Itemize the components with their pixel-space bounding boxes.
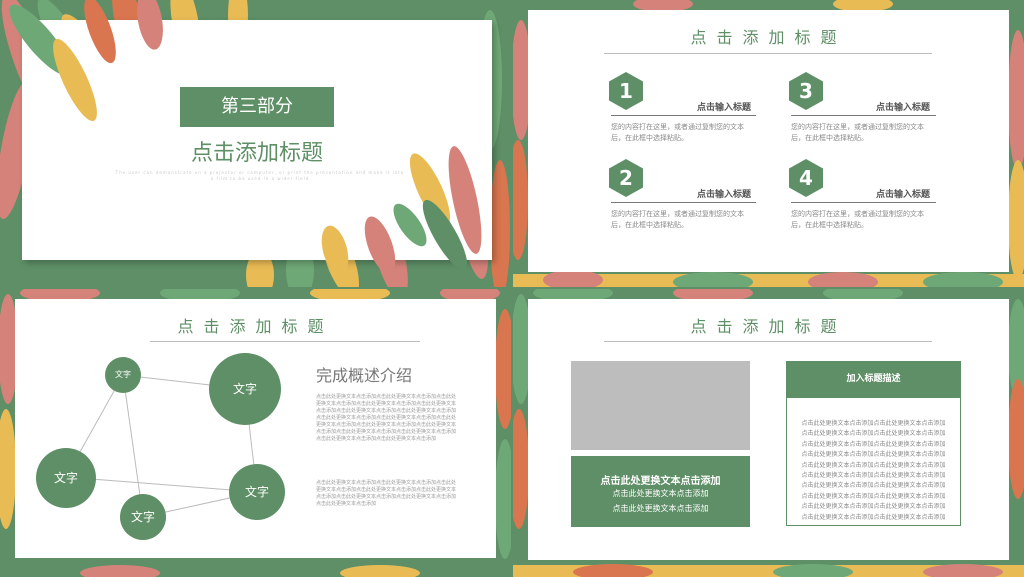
item-underline: [611, 115, 756, 116]
image-placeholder[interactable]: [571, 361, 750, 450]
description-text: 点击此处更换文本点击添加点击此处更换文本点击添加 点击此处更换文本点击添加点击此…: [801, 420, 946, 521]
network-node[interactable]: 文字: [36, 448, 96, 508]
text-box-green[interactable]: 点击此处更换文本点击添加 点击此处更换文本点击添加 点击此处更换文本点击添加: [571, 456, 750, 527]
text-box-line: 点击此处更换文本点击添加: [612, 489, 709, 498]
slide-thumbnail-1[interactable]: 第三部分 点击添加标题 The user can demonstrate on …: [0, 0, 511, 287]
text-box-line: 点击此处更换文本点击添加: [612, 504, 709, 513]
network-node[interactable]: 文字: [229, 464, 285, 520]
slide-title[interactable]: 点击添加标题: [513, 24, 1024, 48]
number-badge-1[interactable]: 1: [607, 72, 645, 110]
overview-paragraph-2[interactable]: 点击此处更换文本点击添加点击此处更换文本点击添加点击此处更换文本点击添加点击此处…: [316, 480, 456, 508]
item-desc-4[interactable]: 您的内容打在这里，或者通过复制您的文本 后，在此框中选择粘贴。: [791, 209, 951, 231]
item-underline: [611, 202, 756, 203]
slide-subtitle[interactable]: The user can demonstrate on a projector …: [115, 170, 405, 182]
description-box[interactable]: 点击此处更换文本点击添加点击此处更换文本点击添加 点击此处更换文本点击添加点击此…: [786, 398, 961, 526]
section-label[interactable]: 第三部分: [180, 87, 334, 127]
item-underline: [791, 115, 936, 116]
number-badge-3[interactable]: 3: [787, 72, 825, 110]
overview-paragraph-1[interactable]: 点击此处更换文本点击添加点击此处更换文本点击添加点击此处更换文本点击添加点击此处…: [316, 394, 456, 443]
divider: [604, 53, 932, 54]
item-heading-2[interactable]: 点击输入标题: [697, 187, 751, 200]
item-underline: [791, 202, 936, 203]
text-box-heading: 点击此处更换文本点击添加: [600, 476, 721, 487]
item-heading-3[interactable]: 点击输入标题: [876, 100, 930, 113]
item-desc-3[interactable]: 您的内容打在这里，或者通过复制您的文本 后，在此框中选择粘贴。: [791, 122, 951, 144]
slide-title[interactable]: 点击添加标题: [513, 313, 1024, 337]
number-badge-2[interactable]: 2: [607, 159, 645, 197]
network-node[interactable]: 文字: [209, 353, 281, 425]
item-heading-4[interactable]: 点击输入标题: [876, 187, 930, 200]
number-badge-4[interactable]: 4: [787, 159, 825, 197]
overview-heading[interactable]: 完成概述介绍: [316, 362, 412, 386]
item-desc-1[interactable]: 您的内容打在这里，或者通过复制您的文本 后，在此框中选择粘贴。: [611, 122, 771, 144]
divider: [604, 341, 932, 342]
slide-title[interactable]: 点击添加标题: [172, 135, 342, 167]
network-node[interactable]: 文字: [120, 494, 166, 540]
item-heading-1[interactable]: 点击输入标题: [697, 100, 751, 113]
item-desc-2[interactable]: 您的内容打在这里，或者通过复制您的文本 后，在此框中选择粘贴。: [611, 209, 771, 231]
network-node[interactable]: 文字: [105, 357, 141, 393]
description-header[interactable]: 加入标题描述: [786, 361, 961, 398]
